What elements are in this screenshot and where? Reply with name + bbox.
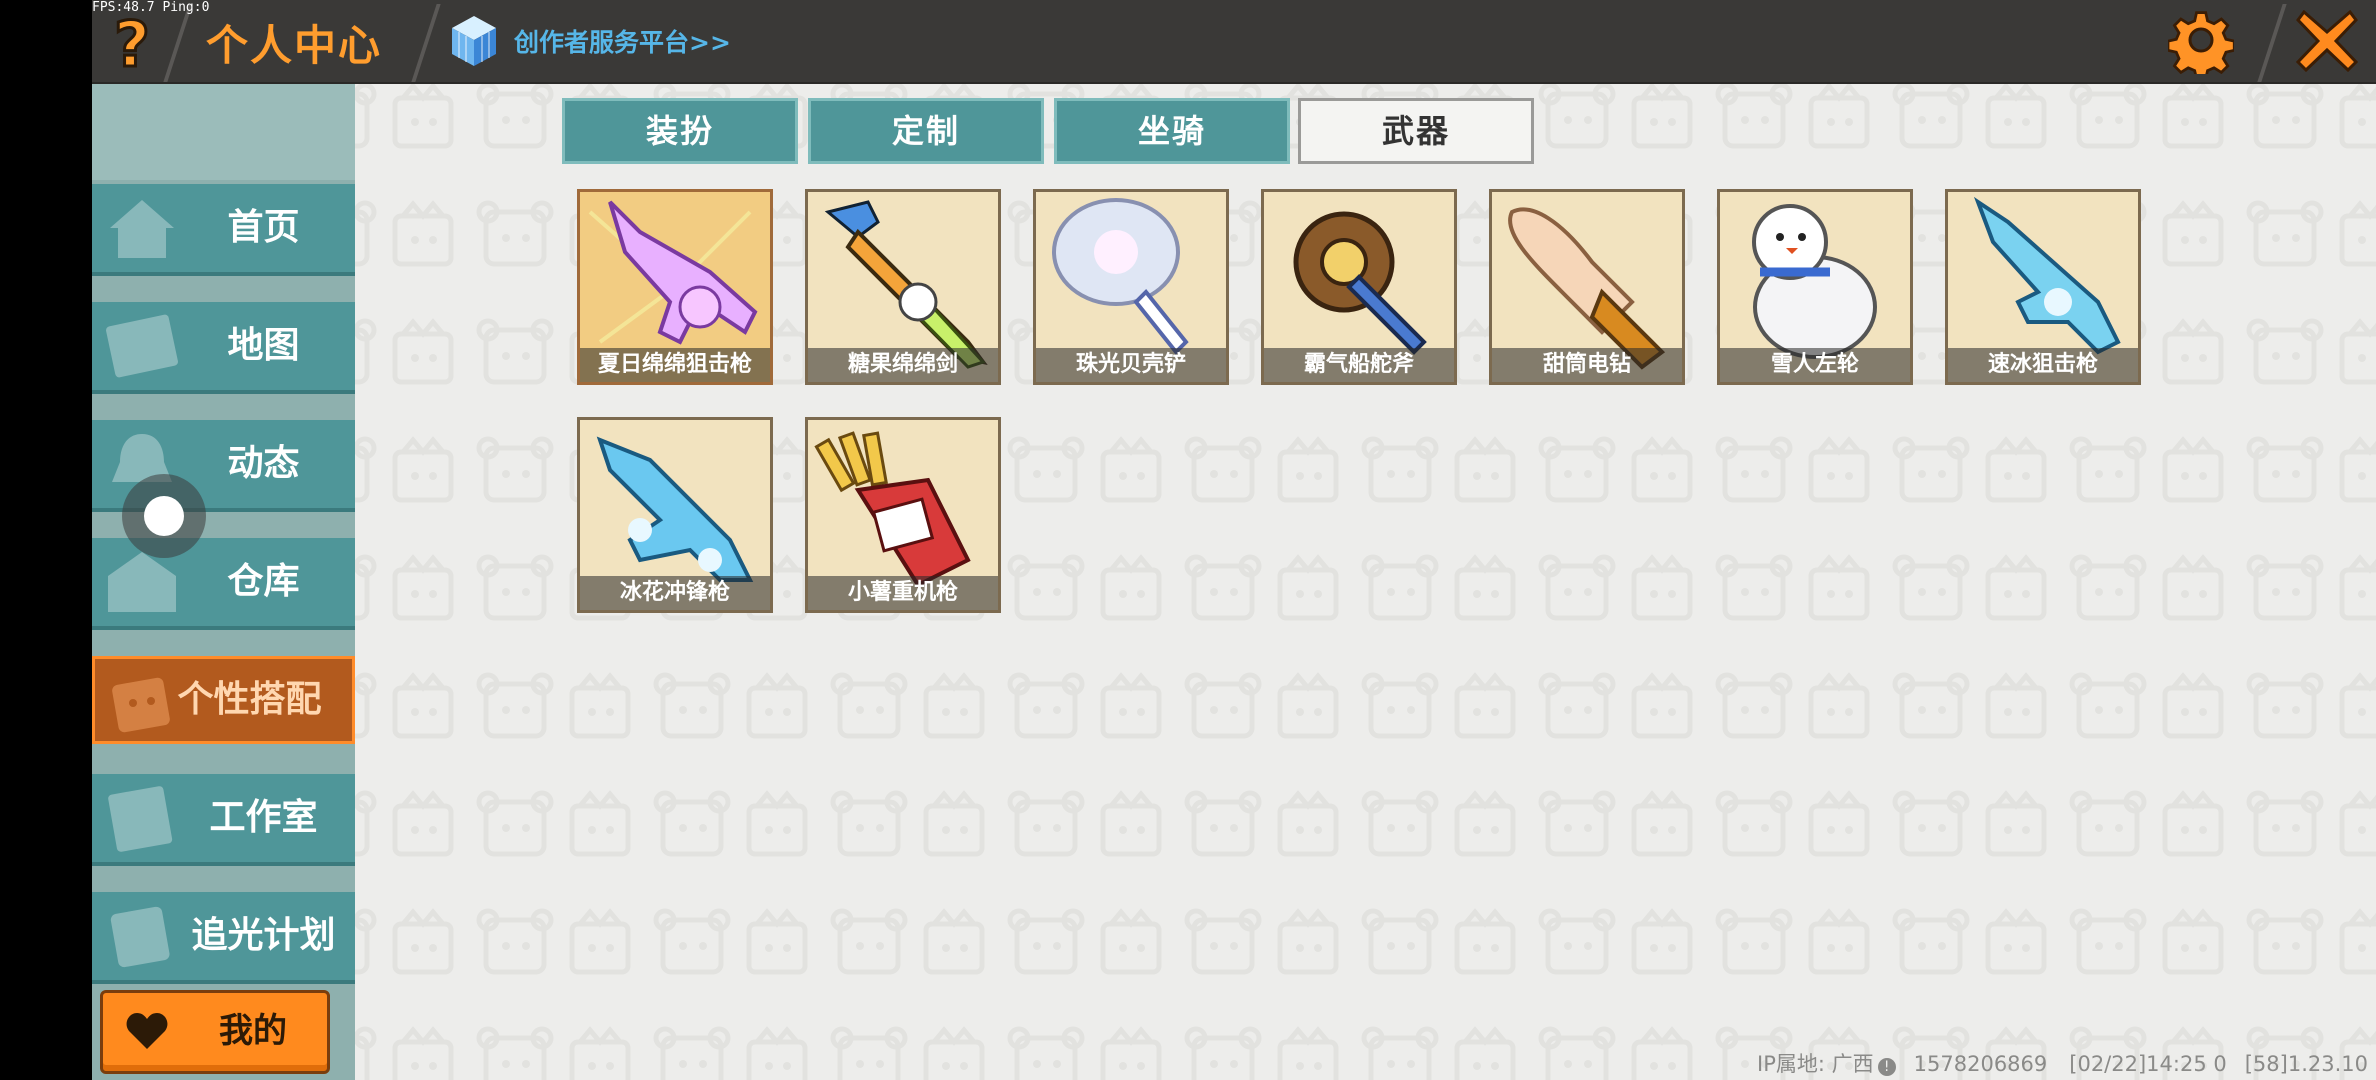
user-id: 1578206869	[1913, 1052, 2048, 1076]
version: [58]1.23.10	[2244, 1052, 2368, 1076]
settings-button[interactable]	[2166, 8, 2236, 81]
sidebar-item-map[interactable]: 地图	[92, 302, 355, 394]
weapon-item[interactable]: 霸气船舵斧	[1261, 189, 1457, 385]
svg-text:?: ?	[114, 8, 150, 74]
ip-location: IP属地: 广西	[1757, 1052, 1874, 1076]
help-button[interactable]: ?	[108, 7, 164, 83]
weapon-item[interactable]: 速冰狙击枪	[1945, 189, 2141, 385]
sidebar: 首页 地图 动态 仓库 个性搭配 工作室 追光计划 我的	[92, 84, 355, 1080]
mine-button-label: 我的	[219, 1011, 287, 1051]
item-name: 雪人左轮	[1720, 348, 1910, 382]
sidebar-item-label: 首页	[227, 207, 300, 248]
question-mark-icon: ?	[113, 7, 152, 83]
sidebar-item-studio[interactable]: 工作室	[92, 774, 355, 866]
item-name: 珠光贝壳铲	[1036, 348, 1226, 382]
weapon-item[interactable]: 雪人左轮	[1717, 189, 1913, 385]
status-footer: IP属地: 广西! 1578206869 [02/22]14:25 0 [58]1.2…	[1757, 1048, 2368, 1078]
assistive-dot	[144, 496, 184, 536]
weapon-item[interactable]: 夏日绵绵狙击枪	[577, 189, 773, 385]
close-button[interactable]	[2295, 9, 2359, 73]
cube-icon	[452, 16, 496, 66]
fps-counter: FPS:48.7 Ping:0	[92, 0, 210, 15]
gear-icon	[2166, 11, 2236, 81]
tab-outfit[interactable]: 装扮	[562, 98, 798, 164]
creator-platform-link[interactable]: 创作者服务平台>>	[450, 14, 731, 68]
weapon-item[interactable]: 小薯重机枪	[805, 417, 1001, 613]
datetime: [02/22]14:25 0	[2069, 1052, 2227, 1076]
item-name: 糖果绵绵剑	[808, 348, 998, 382]
weapon-item[interactable]: 冰花冲锋枪	[577, 417, 773, 613]
tab-custom[interactable]: 定制	[808, 98, 1044, 164]
item-name: 冰花冲锋枪	[580, 576, 770, 610]
mine-button[interactable]: 我的	[100, 990, 330, 1074]
weapon-item[interactable]: 糖果绵绵剑	[805, 189, 1001, 385]
sidebar-item-light-plan[interactable]: 追光计划	[92, 892, 355, 984]
sidebar-item-label: 地图	[227, 325, 300, 366]
sidebar-item-label: 个性搭配	[177, 679, 322, 720]
item-name: 小薯重机枪	[808, 576, 998, 610]
creator-platform-label: 创作者服务平台>>	[514, 28, 731, 57]
heart-icon	[126, 1013, 168, 1049]
tab-mount[interactable]: 坐骑	[1054, 98, 1290, 164]
weapon-item[interactable]: 珠光贝壳铲	[1033, 189, 1229, 385]
sidebar-item-label: 仓库	[227, 561, 300, 602]
weapon-item[interactable]: 甜筒电钻	[1489, 189, 1685, 385]
sidebar-item-warehouse[interactable]: 仓库	[92, 538, 355, 630]
floating-assistive-button[interactable]	[122, 474, 206, 558]
tab-weapon[interactable]: 武器	[1298, 98, 1534, 164]
sidebar-item-label: 工作室	[209, 797, 318, 838]
page-title: 个人中心	[206, 21, 383, 70]
item-name: 夏日绵绵狙击枪	[580, 348, 770, 382]
item-name: 霸气船舵斧	[1264, 348, 1454, 382]
info-icon[interactable]: !	[1877, 1058, 1896, 1076]
sidebar-item-label: 追光计划	[191, 915, 336, 956]
sidebar-header	[92, 84, 355, 180]
close-icon	[2295, 9, 2359, 73]
sidebar-item-home[interactable]: 首页	[92, 184, 355, 276]
item-name: 甜筒电钻	[1492, 348, 1682, 382]
sidebar-item-outfit[interactable]: 个性搭配	[92, 656, 355, 744]
item-name: 速冰狙击枪	[1948, 348, 2138, 382]
